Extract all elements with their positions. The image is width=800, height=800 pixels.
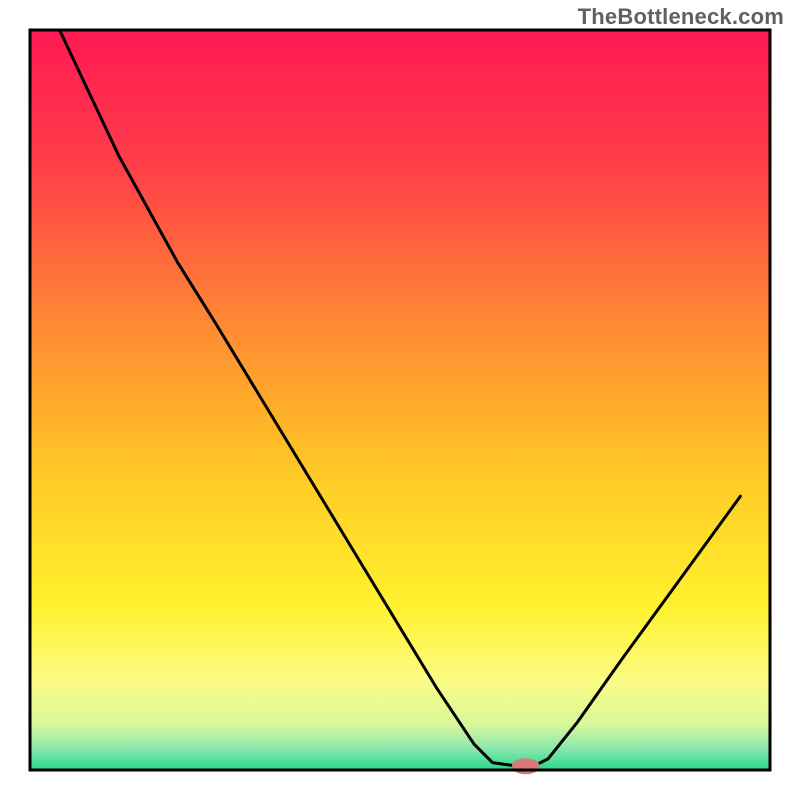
chart-container: TheBottleneck.com <box>0 0 800 800</box>
gradient-background <box>30 30 770 770</box>
bottleneck-curve-chart <box>0 0 800 800</box>
optimal-marker <box>512 758 540 774</box>
